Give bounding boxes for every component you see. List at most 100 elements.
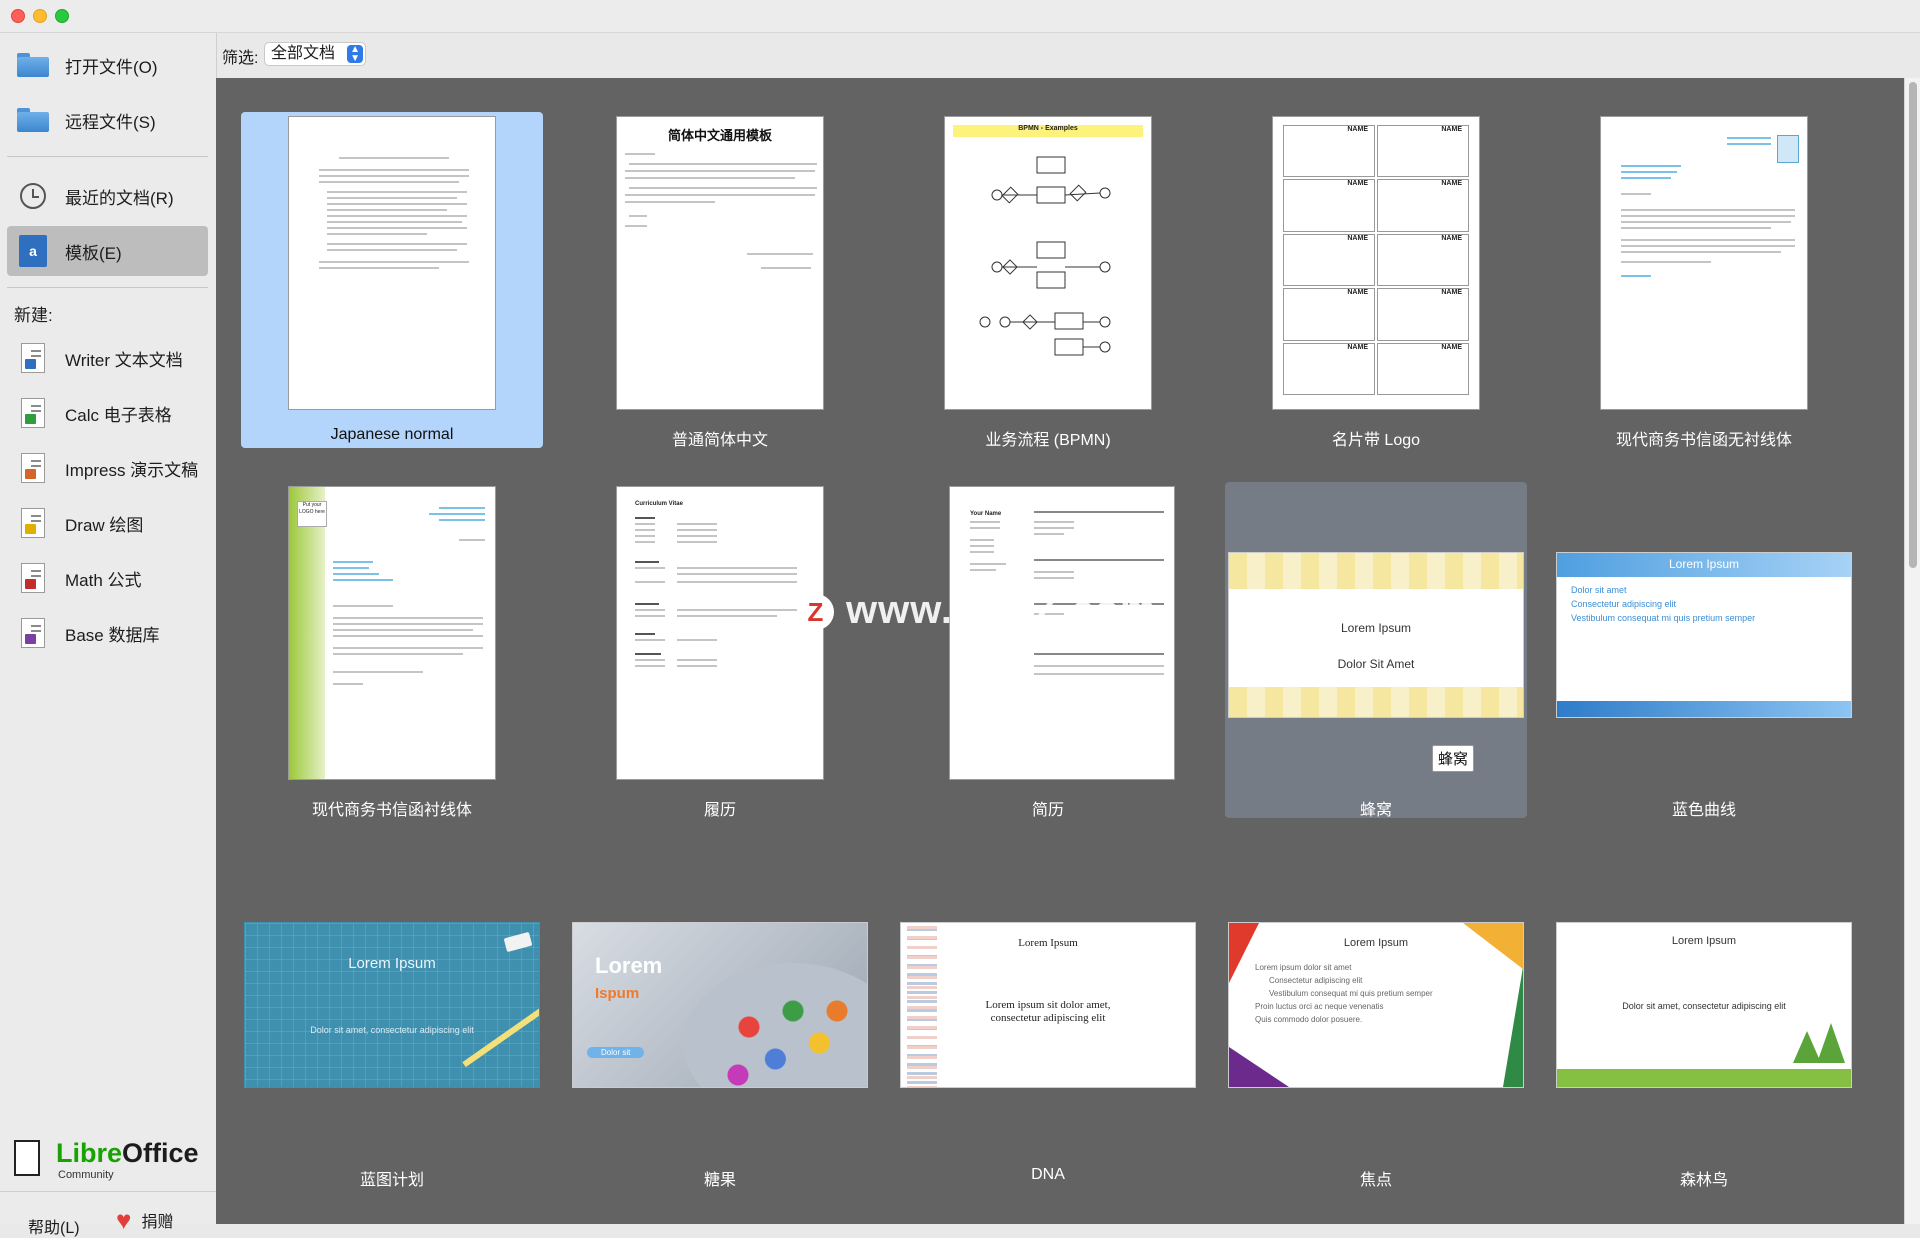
filter-selected-value: 全部文档 [271,45,336,62]
sidebar-bottom-divider [0,1191,216,1192]
new-draw-drawing-button[interactable]: Draw 绘图 [7,498,208,548]
template-tile[interactable]: Curriculum Vitae 履历 [569,482,871,819]
templates-button[interactable]: a 模板(E) [7,226,208,276]
vertical-scrollbar[interactable] [1904,78,1920,1224]
donate-button[interactable]: ♥ 捐赠 [116,1207,173,1233]
new-base-database-button[interactable]: Base 数据库 [7,608,208,658]
template-caption: 蓝图计划 [359,1172,424,1189]
template-tile[interactable]: Lorem Ispum Dolor sit 糖果 [569,852,871,1189]
new-writer-document-button[interactable]: Writer 文本文档 [7,333,208,383]
template-thumbnail: Lorem Ipsum Lorem ipsum sit dolor amet, … [900,922,1196,1088]
watermark: Zwww.MacZ.com [798,588,1157,633]
card-name: NAME [1377,342,1469,395]
open-file-label: 打开文件(O) [65,57,158,77]
template-tile[interactable]: Lorem Ipsum Lorem ipsum sit dolor amet, … [897,852,1199,1188]
writer-icon [13,338,53,378]
template-tile[interactable]: Japanese normal [241,112,543,448]
pencil-graphic [462,1004,539,1068]
slide-title: Lorem Ipsum [1343,937,1409,949]
slide-title: Lorem Ipsum [1671,935,1737,947]
template-tile[interactable]: Your Name 简历 [897,482,1199,819]
scrollbar-thumb[interactable] [1909,82,1917,568]
slide-bullet: Consectetur adipiscing elit [1269,976,1363,985]
card-name: NAME [1283,233,1375,287]
base-icon [13,613,53,653]
sidebar-divider [7,287,208,288]
template-tile[interactable]: BPMN - Examples 业务流程 (BPMN) [897,112,1199,449]
template-icon: a [13,231,53,271]
new-writer-label: Writer 文本文档 [65,350,183,370]
slide-subtitle: Dolor sit amet, consectetur adipiscing e… [310,1025,474,1035]
impress-icon [13,448,53,488]
calc-icon [13,393,53,433]
watermark-badge: Z [798,594,834,631]
slide-bullet: Dolor sit amet [1571,585,1627,595]
slide-title: Lorem Ipsum [348,955,436,972]
template-thumbnail: Lorem Ipsum Lorem ipsum dolor sit amet C… [1228,922,1524,1088]
slide-title: Lorem Ipsum [1668,557,1740,571]
remote-folder-icon [13,100,53,140]
card-name: NAME [1377,288,1469,341]
new-draw-label: Draw 绘图 [65,515,144,535]
template-tile[interactable]: Lorem Ipsum Dolor sit amet, consectetur … [241,852,543,1189]
donate-label: 捐赠 [141,1214,174,1231]
open-file-button[interactable]: 打开文件(O) [7,40,208,90]
new-math-formula-button[interactable]: Math 公式 [7,553,208,603]
card-name: NAME [1377,233,1469,287]
template-thumbnail: Lorem Ipsum Dolor sit amet Consectetur a… [1556,552,1852,718]
slide-bullet: Vestibulum consequat mi quis pretium sem… [1571,613,1756,623]
template-tile[interactable]: Put your LOGO here 现代商务书信函衬线体 [241,482,543,819]
template-thumbnail [1600,116,1808,410]
new-math-label: Math 公式 [65,570,142,590]
template-thumbnail: Lorem Ipsum Dolor sit amet, consectetur … [1556,922,1852,1088]
thumb-title: Curriculum Vitae [635,501,683,507]
template-caption: 糖果 [703,1172,736,1189]
watermark-text: www.MacZ.com [846,588,1157,632]
close-window-button[interactable] [11,9,25,23]
template-thumbnail: Lorem Ispum Dolor sit [572,922,868,1088]
filter-select[interactable]: 全部文档 ▲ ▼ [264,42,367,66]
template-thumbnail: BPMN - Examples [944,116,1152,410]
template-thumbnail: Curriculum Vitae [616,486,824,780]
template-caption: 森林鸟 [1679,1172,1728,1189]
slide-subtitle: Dolor Sit Amet [1337,657,1415,671]
template-tooltip: 蜂窝 [1432,745,1475,772]
template-tile[interactable]: Lorem Ipsum Lorem ipsum dolor sit amet C… [1225,852,1527,1189]
template-tile[interactable]: Lorem Ipsum Dolor sit amet Consectetur a… [1553,482,1855,819]
minimize-window-button[interactable] [33,9,47,23]
template-tile[interactable]: Lorem Ipsum Dolor sit amet, consectetur … [1553,852,1855,1189]
template-thumbnail: Your Name [949,486,1175,780]
template-tile[interactable]: Lorem Ipsum Dolor Sit Amet 蜂窝 [1225,482,1527,819]
template-caption: 焦点 [1359,1172,1392,1189]
template-tile[interactable]: 简体中文通用模板 普通简体中文 [569,112,871,449]
new-impress-label: Impress 演示文稿 [65,460,199,480]
template-caption: 业务流程 (BPMN) [985,432,1111,449]
updown-chevron-icon: ▲ ▼ [347,45,364,64]
template-tile[interactable]: NAME NAME NAME NAME NAME NAME NAME NAME … [1225,112,1527,449]
template-thumbnail: NAME NAME NAME NAME NAME NAME NAME NAME … [1272,116,1480,410]
tree-graphic [1817,1023,1845,1063]
new-impress-presentation-button[interactable]: Impress 演示文稿 [7,443,208,493]
slide-pill: Dolor sit [587,1047,645,1058]
remote-file-button[interactable]: 远程文件(S) [7,95,208,145]
zoom-window-button[interactable] [55,9,69,23]
thumb-title: 简体中文通用模板 [667,128,772,143]
template-caption: 普通简体中文 [671,432,768,449]
new-base-label: Base 数据库 [65,625,160,645]
slide-bullet: Lorem ipsum dolor sit amet [1255,963,1352,972]
template-caption: 现代商务书信函衬线体 [311,802,472,819]
card-name: NAME [1283,125,1375,178]
new-calc-spreadsheet-button[interactable]: Calc 电子表格 [7,388,208,438]
template-caption: DNA [1031,1166,1065,1183]
slide-subtitle: Ispum [595,985,640,1002]
remote-file-label: 远程文件(S) [65,112,156,132]
folder-icon [13,45,53,85]
recent-documents-button[interactable]: 最近的文档(R) [7,171,208,221]
new-heading: 新建: [14,306,53,325]
slide-bullet: Consectetur adipiscing elit [1571,599,1677,609]
template-thumbnail: Lorem Ipsum Dolor sit amet, consectetur … [244,922,540,1088]
help-button[interactable]: 帮助(L) [28,1214,80,1238]
template-tile[interactable]: 现代商务书信函无衬线体 [1553,112,1855,449]
slide-title: Lorem Ipsum [1018,937,1078,949]
heart-hands-icon: ♥ [116,1205,132,1235]
